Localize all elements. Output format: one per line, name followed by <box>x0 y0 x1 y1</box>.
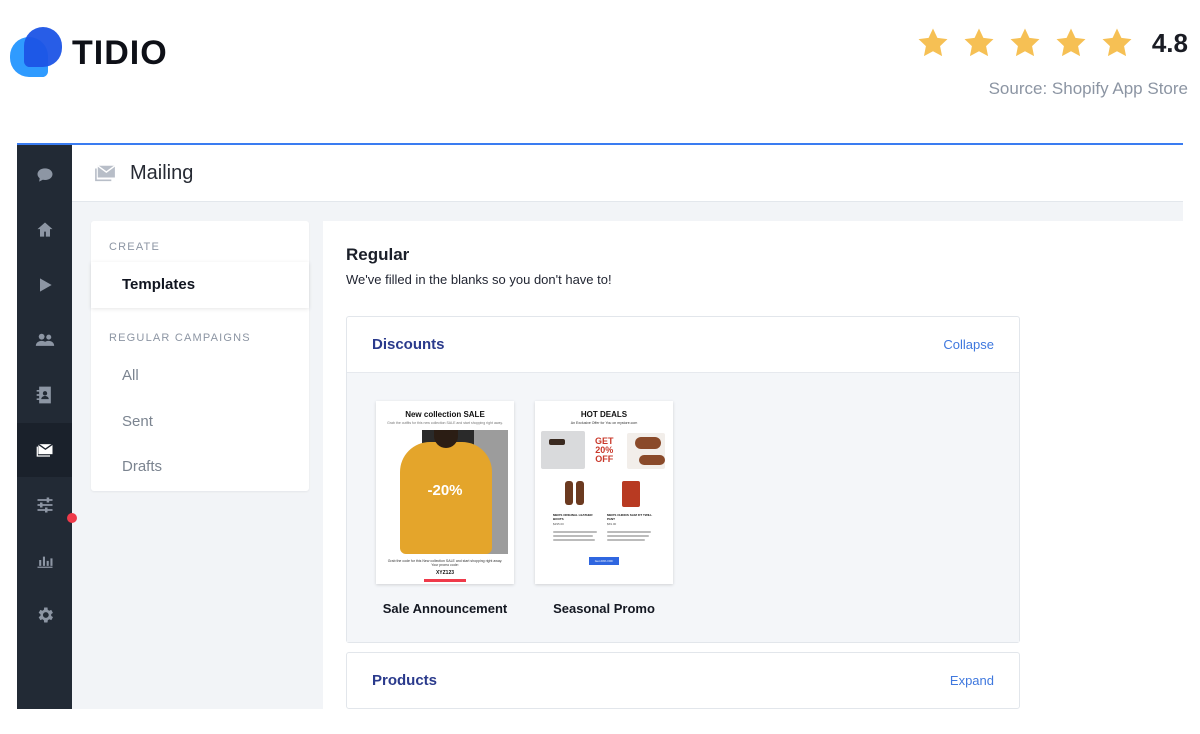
star-icon <box>1056 28 1086 57</box>
page-header: Mailing <box>72 145 1183 202</box>
discounts-panel-header: Discounts Collapse <box>347 317 1019 372</box>
contacts-icon <box>36 386 51 404</box>
subnav-item-templates[interactable]: Templates <box>91 262 309 308</box>
discount-label: -20% <box>427 482 463 499</box>
notification-dot <box>67 513 77 523</box>
template-thumbnail[interactable]: New collection SALE Grab the outfits for… <box>376 401 514 584</box>
envelope-icon <box>95 165 116 182</box>
products-panel: Products Expand <box>346 652 1020 709</box>
template-name[interactable]: Sale Announcement <box>376 601 514 616</box>
rating-value: 4.8 <box>1151 27 1188 58</box>
page-title: Mailing <box>130 161 194 184</box>
model-photo: -20% <box>382 430 508 554</box>
app-window: Mailing CREATE Templates REGULAR CAMPAIG… <box>17 143 1183 709</box>
rail-settings[interactable] <box>17 588 72 642</box>
play-icon <box>39 278 52 292</box>
section-subtitle: We've filled in the blanks so you don't … <box>346 272 612 287</box>
rail-mailing[interactable] <box>17 423 72 477</box>
thumbnail-subtitle: An Exclusive Offer for You on mystore.co… <box>570 421 638 425</box>
settings-icon <box>38 607 53 623</box>
template-thumbnail[interactable]: HOT DEALS An Exclusive Offer for You on … <box>535 401 673 584</box>
subnav-section-create: CREATE <box>109 241 161 253</box>
product-image <box>541 431 585 469</box>
star-icon <box>1102 28 1132 57</box>
subnav-item-drafts[interactable]: Drafts <box>122 458 162 475</box>
subnav-item-all[interactable]: All <box>122 367 139 384</box>
template-name[interactable]: Seasonal Promo <box>535 601 673 616</box>
rail-contacts[interactable] <box>17 368 72 422</box>
template-seasonal-promo[interactable]: HOT DEALS An Exclusive Offer for You on … <box>535 401 673 616</box>
analytics-icon <box>37 556 52 568</box>
home-icon <box>37 222 52 237</box>
offer-label: GET 20% OFF <box>595 436 614 464</box>
brand-name: TIDIO <box>72 33 168 72</box>
section-title: Regular <box>346 245 410 264</box>
rail-visitors[interactable] <box>17 313 72 367</box>
product-name: MEN'S ORIGINAL LEATHER BOOTS <box>553 513 593 521</box>
mailing-icon <box>36 443 53 457</box>
rail-home[interactable] <box>17 203 72 257</box>
chat-icon <box>37 168 52 182</box>
subnav-item-sent[interactable]: Sent <box>122 413 153 430</box>
sliders-icon <box>37 497 52 513</box>
template-sale-announcement[interactable]: New collection SALE Grab the outfits for… <box>376 401 514 616</box>
star-icon <box>918 28 948 57</box>
rail-chat[interactable] <box>17 148 72 202</box>
mailing-subnav: CREATE Templates REGULAR CAMPAIGNS All S… <box>91 221 309 491</box>
discounts-panel: Discounts Collapse New collection SALE G… <box>346 316 1020 643</box>
product-name: MEN'S CHINOS SLIM FIT TWILL PANT <box>607 513 653 521</box>
rail-analytics[interactable] <box>17 533 72 587</box>
panel-title: Discounts <box>372 336 445 353</box>
star-icon <box>1010 28 1040 57</box>
rating: 4.8 <box>916 26 1188 60</box>
product-image <box>622 481 640 507</box>
thumbnail-button <box>424 579 466 582</box>
rail-integrations[interactable] <box>17 478 72 532</box>
subnav-section-regular-campaigns: REGULAR CAMPAIGNS <box>109 332 251 344</box>
thumbnail-button: Get 20% OFF <box>589 557 619 565</box>
product-price: $295.00 <box>553 522 564 526</box>
discounts-template-list: New collection SALE Grab the outfits for… <box>347 372 1019 642</box>
rail-automation[interactable] <box>17 258 72 312</box>
product-price: $69.00 <box>607 522 617 526</box>
tidio-logo-icon <box>10 27 62 79</box>
star-icon <box>964 28 994 57</box>
expand-link[interactable]: Expand <box>950 673 994 688</box>
rating-source: Source: Shopify App Store <box>988 79 1188 98</box>
product-image <box>565 481 573 505</box>
promo-code: XYZ123 <box>435 570 455 576</box>
panel-title: Products <box>372 672 438 689</box>
icon-sidebar <box>17 145 72 709</box>
visitors-icon <box>35 333 54 346</box>
thumbnail-title: New collection SALE <box>405 410 485 419</box>
collapse-link[interactable]: Collapse <box>943 337 994 352</box>
thumbnail-footer: Grab the code for this New collection SA… <box>387 559 503 567</box>
thumbnail-title: HOT DEALS <box>580 410 628 419</box>
tidio-logo: TIDIO <box>10 27 168 79</box>
products-panel-header: Products Expand <box>347 653 1019 708</box>
main-content: Regular We've filled in the blanks so yo… <box>323 221 1183 709</box>
thumbnail-subtitle: Grab the outfits for this new collection… <box>387 421 503 425</box>
